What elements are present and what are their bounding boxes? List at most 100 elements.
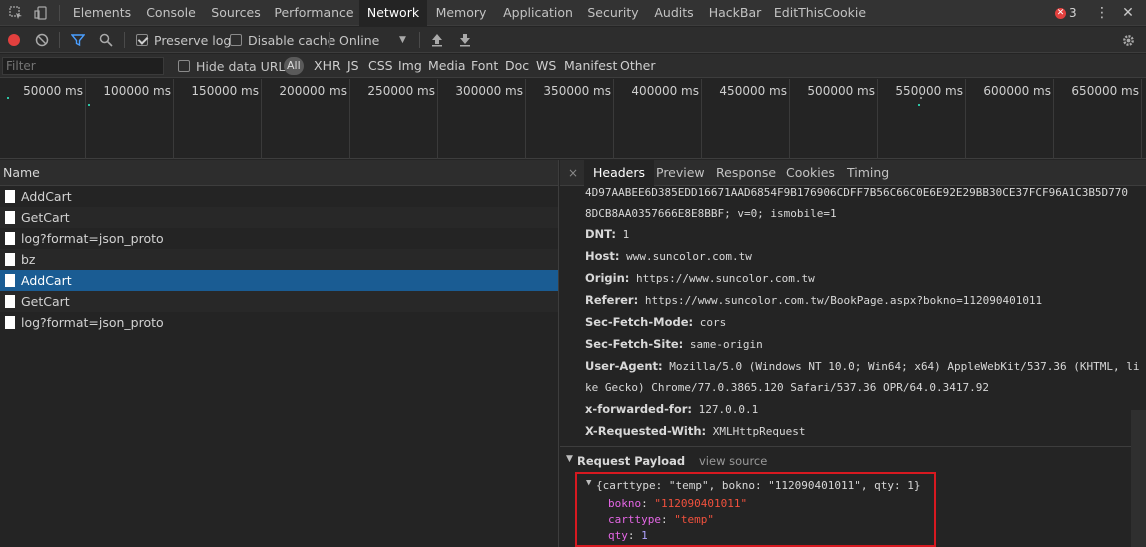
tab-hackbar[interactable]: HackBar [706,0,764,26]
file-icon [5,295,15,308]
disable-cache-checkbox[interactable]: Disable cache [230,27,335,53]
tab-cookies[interactable]: Cookies [786,160,835,186]
tab-divider [59,5,60,21]
tab-security[interactable]: Security [584,0,642,26]
timeline-gridline [85,79,86,159]
header-value: https://www.suncolor.com.tw [635,272,815,285]
timeline-gridline [613,79,614,159]
filter-type-img[interactable]: Img [398,54,422,78]
timeline-gridline [701,79,702,159]
disable-cache-label: Disable cache [248,32,336,48]
import-har-icon[interactable] [431,27,443,53]
tab-network[interactable]: Network [359,0,427,26]
close-devtools-icon[interactable]: ✕ [1120,0,1136,26]
tab-timing[interactable]: Timing [847,160,889,186]
filter-type-xhr[interactable]: XHR [314,54,341,78]
header-name: Sec-Fetch-Site: [585,337,684,351]
file-icon [5,253,15,266]
throttling-select[interactable]: Online ▼ [339,27,411,53]
request-payload-section[interactable]: ▼ Request Payload view source [560,446,1131,470]
header-value: 8DCB8AA0357666E8E8BBF; v=0; ismobile=1 [585,207,837,220]
header-value: ke Gecko) Chrome/77.0.3865.120 Safari/53… [585,381,989,394]
header-value: https://www.suncolor.com.tw/BookPage.asp… [644,294,1043,307]
tab-console[interactable]: Console [139,0,203,26]
network-toolbar: Preserve log Disable cache Online ▼ [0,27,1146,53]
hide-data-urls-label: Hide data URLs [196,58,292,74]
filter-type-font[interactable]: Font [471,54,498,78]
header-line: User-Agent: Mozilla/5.0 (Windows NT 10.0… [585,359,1139,373]
tab-performance[interactable]: Performance [270,0,358,26]
filter-input[interactable] [2,57,164,75]
file-icon [5,232,15,245]
filter-type-css[interactable]: CSS [368,54,393,78]
timeline-tick-label: 50000 ms [23,84,83,98]
filter-type-other[interactable]: Other [620,54,656,78]
filter-type-ws[interactable]: WS [536,54,556,78]
timeline-overview[interactable]: 50000 ms 100000 ms 150000 ms 200000 ms 2… [0,79,1146,159]
filter-type-js[interactable]: JS [347,54,359,78]
timeline-tick-label: 300000 ms [455,84,523,98]
request-row[interactable]: GetCart [0,291,558,312]
timeline-request-mark [7,97,9,99]
timeline-gridline [789,79,790,159]
inspect-element-icon[interactable] [6,0,26,26]
filter-icon[interactable] [71,27,85,53]
filter-type-manifest[interactable]: Manifest [564,54,617,78]
export-har-icon[interactable] [459,27,471,53]
timeline-tick-label: 600000 ms [983,84,1051,98]
timeline-tick-label: 250000 ms [367,84,435,98]
header-name: Referer: [585,293,639,307]
expand-triangle-icon[interactable]: ▼ [586,478,591,488]
detail-scrollbar[interactable] [1131,410,1146,547]
error-icon: ✕ [1055,7,1066,19]
search-icon[interactable] [99,27,113,53]
network-settings-gear-icon[interactable] [1121,27,1136,53]
request-row[interactable]: bz [0,249,558,270]
header-line: Referer: https://www.suncolor.com.tw/Boo… [585,293,1042,307]
view-source-link[interactable]: view source [699,454,767,468]
request-name: GetCart [21,294,70,309]
payload-key: carttype [608,513,661,526]
payload-summary: {carttype: "temp", bokno: "112090401011"… [596,479,921,492]
header-value: www.suncolor.com.tw [626,250,752,263]
request-name: log?format=json_proto [21,315,164,330]
timeline-gridline [965,79,966,159]
timeline-gridline [261,79,262,159]
device-toolbar-icon[interactable] [31,0,51,26]
collapse-triangle-icon[interactable]: ▼ [566,454,573,464]
filter-type-all[interactable]: All [284,57,304,75]
tab-memory[interactable]: Memory [430,0,492,26]
filter-type-media[interactable]: Media [428,54,466,78]
more-menu-icon[interactable]: ⋮ [1094,0,1110,26]
toolbar-divider [59,32,60,48]
tab-headers[interactable]: Headers [584,160,655,186]
timeline-gridline [525,79,526,159]
request-row-selected[interactable]: AddCart [0,270,558,291]
name-column-header[interactable]: Name [0,160,558,186]
tab-preview[interactable]: Preview [656,160,705,186]
request-row[interactable]: log?format=json_proto [0,228,558,249]
request-row[interactable]: log?format=json_proto [0,312,558,333]
tab-audits[interactable]: Audits [648,0,700,26]
record-icon[interactable] [8,27,20,53]
header-value: 4D97AABEE6D385EDD16671AAD6854F9B176906CD… [585,186,1129,199]
timeline-gridline [173,79,174,159]
payload-value: "temp" [674,513,714,526]
tab-response[interactable]: Response [716,160,776,186]
close-detail-icon[interactable]: × [568,160,578,186]
tab-editthiscookie[interactable]: EditThisCookie [772,0,868,26]
tab-application[interactable]: Application [497,0,579,26]
tab-elements[interactable]: Elements [68,0,136,26]
clear-icon[interactable] [35,27,49,53]
hide-data-urls-checkbox[interactable]: Hide data URLs [178,54,292,78]
error-count: 3 [1069,6,1077,20]
preserve-log-checkbox[interactable]: Preserve log [136,27,231,53]
filter-bar: Hide data URLs All XHR JS CSS Img Media … [0,54,1146,78]
request-row[interactable]: GetCart [0,207,558,228]
filter-type-doc[interactable]: Doc [505,54,529,78]
error-counter[interactable]: ✕ 3 [1055,0,1077,26]
request-list-panel: Name AddCart GetCart log?format=json_pro… [0,160,559,547]
header-line: x-forwarded-for: 127.0.0.1 [585,402,758,416]
tab-sources[interactable]: Sources [205,0,267,26]
request-row[interactable]: AddCart [0,186,558,207]
